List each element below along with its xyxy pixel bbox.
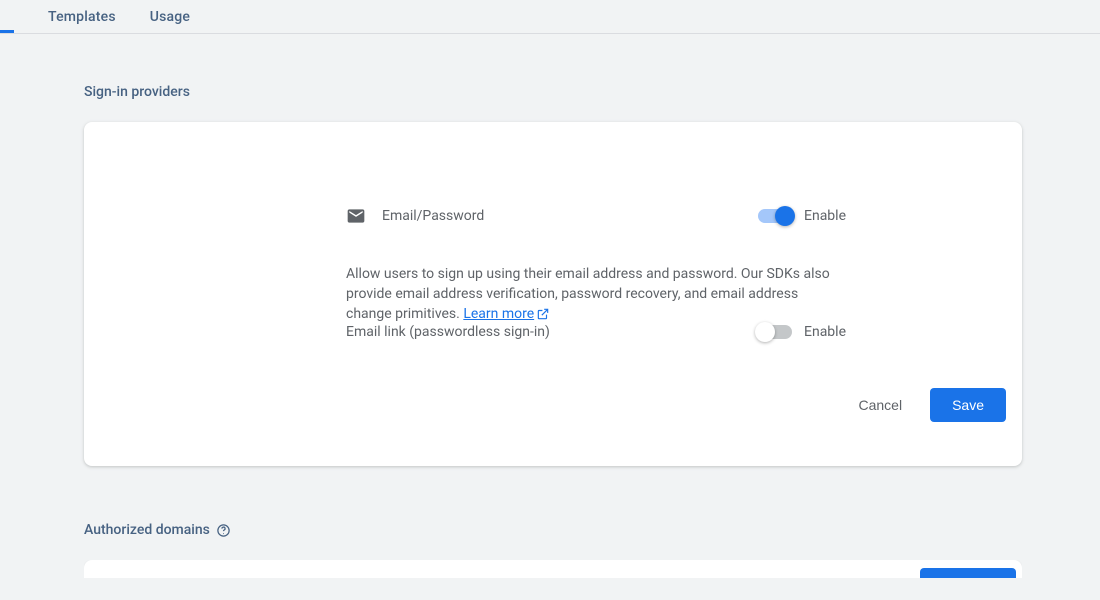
open-in-new-icon [536,307,550,321]
provider-email-link-row: Email link (passwordless sign-in) Enable [346,324,846,340]
signin-providers-heading: Sign-in providers [84,84,1100,100]
authorized-domains-title: Authorized domains [84,522,210,538]
tabs-bar: od Templates Usage [0,0,1100,34]
learn-more-text: Learn more [463,304,534,324]
provider-actions: Cancel Save [346,388,1006,422]
email-link-enable-toggle[interactable] [758,325,792,339]
learn-more-link[interactable]: Learn more [463,304,550,324]
provider-email-password-label: Email/Password [382,208,484,224]
tab-usage[interactable]: Usage [136,1,204,33]
authorized-domains-card [84,560,1022,578]
tab-templates[interactable]: Templates [34,1,130,33]
provider-description: Allow users to sign up using their email… [346,264,846,324]
authorized-domains-heading: Authorized domains [84,522,1100,538]
email-password-enable-label: Enable [804,208,846,224]
email-icon [346,206,366,226]
email-password-enable-toggle[interactable] [758,209,792,223]
save-button[interactable]: Save [930,388,1006,422]
tab-sign-in-method[interactable]: od [0,1,14,33]
cancel-button[interactable]: Cancel [854,389,906,421]
provider-email-password-row: Email/Password Enable [346,206,846,226]
provider-email-link-label: Email link (passwordless sign-in) [346,324,550,340]
email-link-enable-label: Enable [804,324,846,340]
add-domain-button[interactable] [920,568,1016,578]
provider-description-text: Allow users to sign up using their email… [346,266,830,322]
signin-providers-card: Email/Password Enable Allow users to sig… [84,122,1022,466]
page-content: Sign-in providers Email/Password Enable [0,34,1100,578]
help-icon[interactable] [216,523,231,538]
